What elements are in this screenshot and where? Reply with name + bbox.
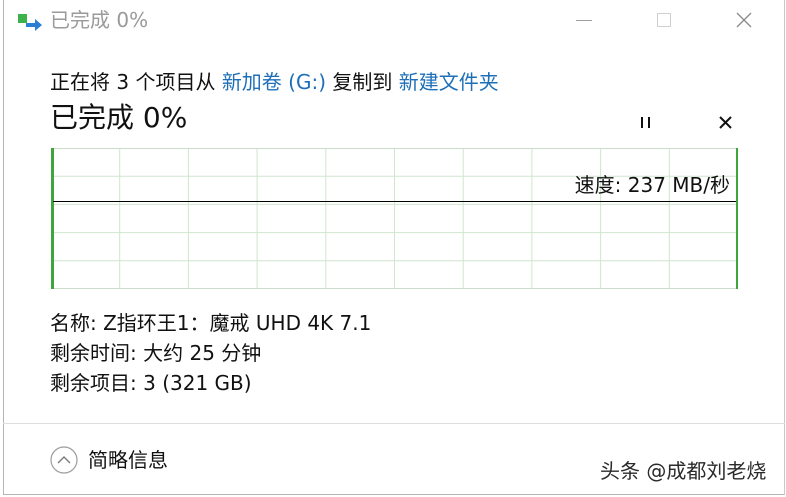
footer-divider <box>3 423 785 424</box>
progress-heading: 已完成 0% <box>50 101 188 134</box>
maximize-icon <box>657 13 671 27</box>
detail-value: 3 (321 GB) <box>143 371 252 395</box>
operation-description: 正在将 3 个项目从 新加卷 (G:) 复制到 新建文件夹 <box>50 70 499 94</box>
graph-grid <box>51 148 738 289</box>
transfer-speed-graph: 速度: 237 MB/秒 <box>51 148 738 289</box>
watermark-text: 头条 @成都刘老烧 <box>600 459 767 483</box>
detail-items-remaining: 剩余项目: 3 (321 GB) <box>50 371 252 395</box>
detail-label: 剩余项目: <box>50 371 137 395</box>
speed-label: 速度: 237 MB/秒 <box>574 173 730 197</box>
detail-label: 剩余时间: <box>50 341 137 365</box>
detail-label: 名称: <box>50 311 97 335</box>
operation-prefix: 正在将 3 个项目从 <box>50 70 216 94</box>
detail-value: 大约 25 分钟 <box>143 341 262 365</box>
close-window-button[interactable] <box>704 0 784 40</box>
fewer-details-toggle[interactable]: 简略信息 <box>88 448 168 472</box>
copy-progress-icon <box>17 12 43 32</box>
maximize-button <box>624 0 704 40</box>
detail-name: 名称: Z指环王1：魔戒 UHD 4K 7.1 <box>50 311 371 335</box>
pause-button[interactable] <box>630 107 660 137</box>
detail-time-remaining: 剩余时间: 大约 25 分钟 <box>50 341 261 365</box>
destination-link[interactable]: 新建文件夹 <box>399 70 499 94</box>
close-icon <box>718 115 732 129</box>
graph-right-edge <box>736 148 738 289</box>
copy-dialog-window: 已完成 0% 正在将 3 个项目从 新加卷 (G:) 复制到 新建文件夹 已完成… <box>3 0 785 495</box>
source-link[interactable]: 新加卷 (G:) <box>222 70 326 94</box>
speed-graph-canvas <box>51 148 738 289</box>
cancel-button[interactable] <box>710 107 740 137</box>
window-title: 已完成 0% <box>50 8 149 32</box>
pause-icon <box>640 116 650 128</box>
chevron-up-circle-icon[interactable] <box>50 446 78 474</box>
minimize-button[interactable] <box>544 0 624 40</box>
detail-value: Z指环王1：魔戒 UHD 4K 7.1 <box>103 311 372 335</box>
graph-left-edge <box>51 148 54 289</box>
close-icon <box>736 12 752 28</box>
operation-middle: 复制到 <box>332 70 393 94</box>
minimize-icon <box>576 19 592 21</box>
title-bar[interactable]: 已完成 0% <box>3 0 785 40</box>
